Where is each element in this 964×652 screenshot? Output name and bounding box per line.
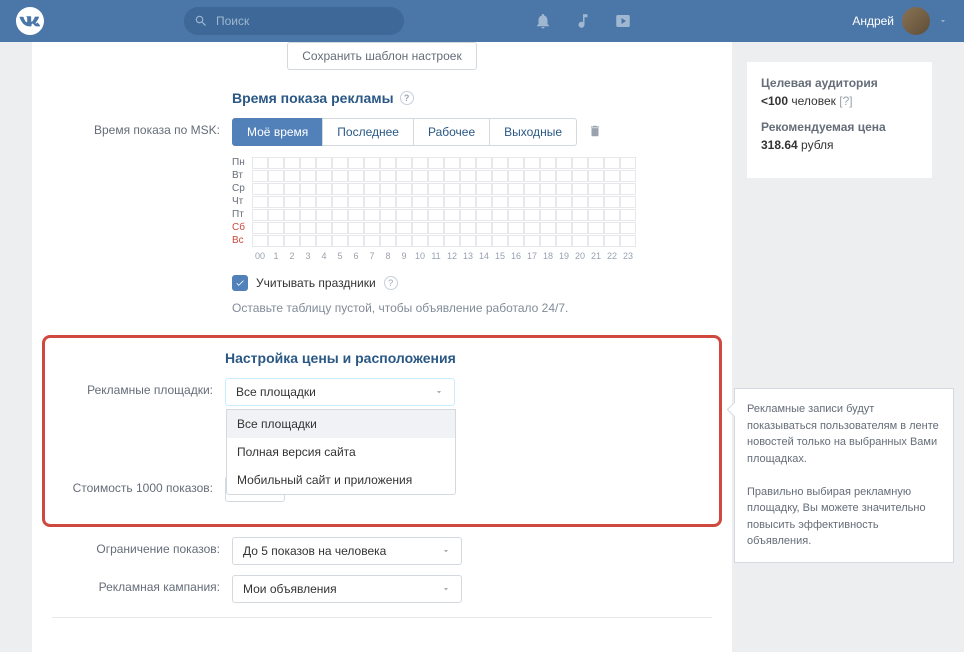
platforms-tooltip: Рекламные записи будут показываться поль… xyxy=(734,388,954,563)
dropdown-option[interactable]: Все площадки xyxy=(227,410,455,438)
audience-value: <100 человек [?] xyxy=(761,94,918,108)
search-input[interactable]: Поиск xyxy=(184,7,404,35)
chevron-down-icon xyxy=(434,387,444,397)
vk-logo[interactable] xyxy=(16,7,44,35)
chevron-down-icon xyxy=(441,584,451,594)
audience-label: Целевая аудитория xyxy=(761,76,918,90)
avatar xyxy=(902,7,930,35)
campaign-label: Рекламная кампания: xyxy=(52,575,232,594)
campaign-select[interactable]: Мои объявления xyxy=(232,575,462,603)
help-icon[interactable]: ? xyxy=(384,276,398,290)
cost-label: Стоимость 1000 показов: xyxy=(45,476,225,495)
dropdown-option[interactable]: Полная версия сайта xyxy=(227,438,455,466)
user-menu[interactable]: Андрей xyxy=(852,7,948,35)
header: Поиск Андрей xyxy=(0,0,964,42)
music-icon[interactable] xyxy=(574,12,592,30)
notifications-icon[interactable] xyxy=(534,12,552,30)
dropdown-option[interactable]: Мобильный сайт и приложения xyxy=(227,466,455,494)
check-icon xyxy=(235,278,245,288)
tab-work[interactable]: Рабочее xyxy=(413,118,490,146)
schedule-hint: Оставьте таблицу пустой, чтобы объявлени… xyxy=(232,301,712,315)
video-icon[interactable] xyxy=(614,12,632,30)
schedule-label: Время показа по MSK: xyxy=(52,118,232,137)
help-icon[interactable]: [?] xyxy=(839,94,852,108)
clear-schedule-button[interactable] xyxy=(588,118,602,146)
schedule-tabs: Моё время Последнее Рабочее Выходные xyxy=(232,118,576,146)
help-icon[interactable]: ? xyxy=(400,91,414,105)
holidays-label: Учитывать праздники xyxy=(256,276,376,290)
price-label: Рекомендуемая цена xyxy=(761,120,918,134)
tab-weekend[interactable]: Выходные xyxy=(489,118,577,146)
search-icon xyxy=(194,14,208,28)
trash-icon xyxy=(588,124,602,138)
holidays-checkbox[interactable] xyxy=(232,275,248,291)
tab-my-time[interactable]: Моё время xyxy=(232,118,323,146)
chevron-down-icon xyxy=(441,546,451,556)
schedule-title: Время показа рекламы ? xyxy=(52,90,712,106)
platforms-label: Рекламные площадки: xyxy=(45,378,225,397)
save-template-button[interactable]: Сохранить шаблон настроек xyxy=(287,42,476,70)
highlighted-section: Настройка цены и расположения Рекламные … xyxy=(42,335,722,527)
limit-select[interactable]: До 5 показов на человека xyxy=(232,537,462,565)
pricing-title: Настройка цены и расположения xyxy=(45,350,719,366)
schedule-grid[interactable]: ПнВтСрЧтПтСбВс00123456789101112131415161… xyxy=(232,156,712,261)
price-value: 318.64 рубля xyxy=(761,138,918,152)
tab-latest[interactable]: Последнее xyxy=(322,118,414,146)
platforms-select[interactable]: Все площадки Все площадки Полная версия … xyxy=(225,378,455,406)
main-content: Сохранить шаблон настроек Время показа р… xyxy=(32,42,732,652)
platforms-dropdown: Все площадки Полная версия сайта Мобильн… xyxy=(226,409,456,495)
chevron-down-icon xyxy=(938,16,948,26)
limit-label: Ограничение показов: xyxy=(52,537,232,556)
